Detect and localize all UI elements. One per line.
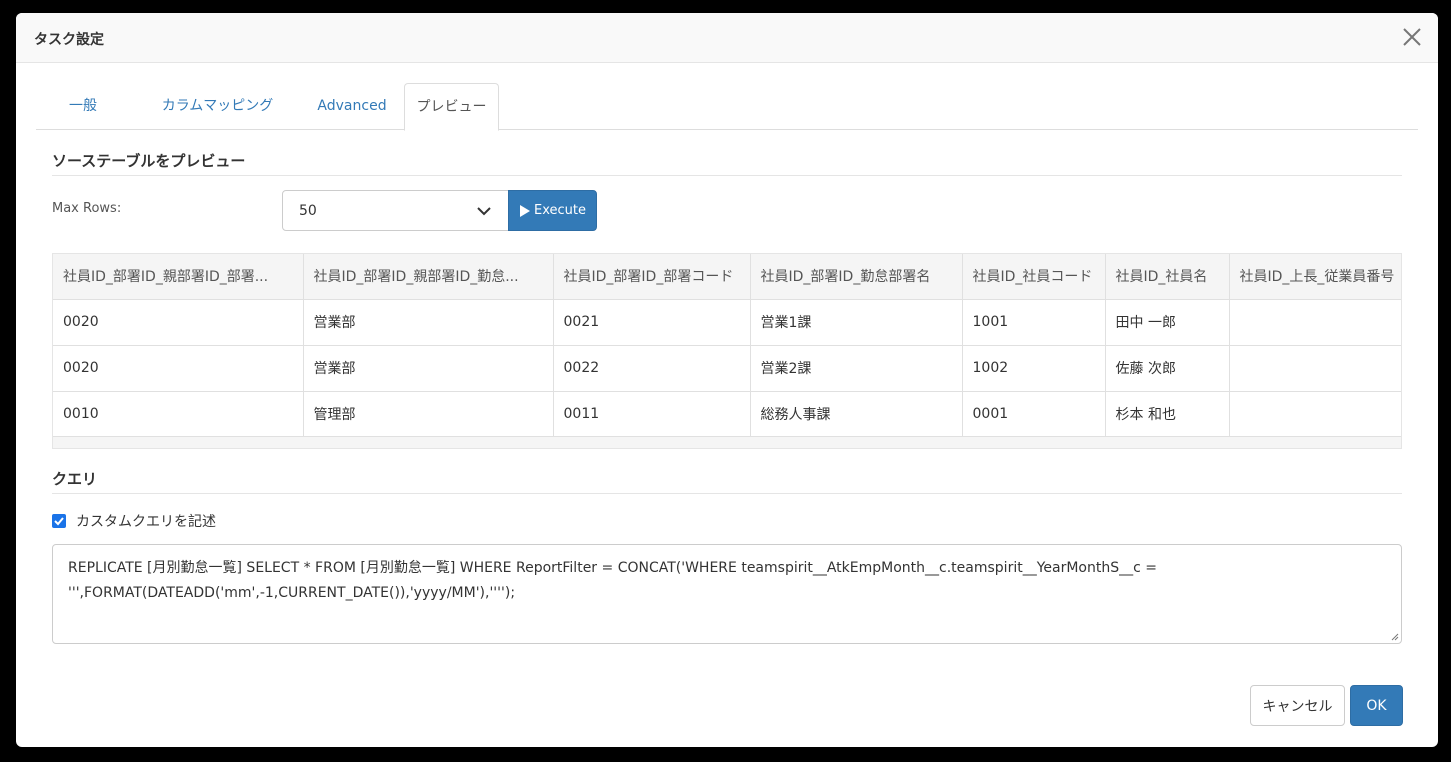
resize-grip-icon[interactable] [1389,631,1399,641]
tab-bar: 一般 カラムマッピング Advanced プレビュー [36,83,1418,131]
preview-grid: 社員ID_部署ID_親部署ID_部署... 社員ID_部署ID_親部署ID_勤怠… [52,253,1402,449]
table-cell: 0020 [53,345,304,392]
chevron-down-icon [477,207,491,216]
table-cell [1229,345,1401,392]
table-cell: 0022 [553,345,751,392]
max-rows-label: Max Rows: [52,201,122,216]
table-cell: 1001 [962,299,1106,346]
grid-horizontal-scrollbar[interactable] [53,436,1401,448]
table-cell: 0021 [553,299,751,346]
column-header[interactable]: 社員ID_部署ID_部署コード [553,254,751,300]
task-settings-dialog: タスク設定 一般 カラムマッピング Advanced プレビュー ソーステーブル… [16,13,1438,747]
section-divider [52,175,1402,176]
tab-advanced[interactable]: Advanced [304,83,400,130]
preview-table: 社員ID_部署ID_親部署ID_部署... 社員ID_部署ID_親部署ID_勤怠… [53,254,1401,438]
cancel-button[interactable]: キャンセル [1250,685,1345,726]
table-cell: 営業部 [303,345,554,392]
table-row[interactable]: 0010 管理部 0011 総務人事課 0001 杉本 和也 [53,391,1401,438]
tab-general[interactable]: 一般 [51,83,115,130]
execute-button[interactable]: Execute [508,190,597,231]
table-cell: 杉本 和也 [1105,391,1230,438]
preview-section-title: ソーステーブルをプレビュー [52,152,246,170]
table-cell: 佐藤 次郎 [1105,345,1230,392]
table-cell: 1002 [962,345,1106,392]
max-rows-select[interactable]: 50 [282,190,509,231]
section-divider [52,493,1402,494]
table-cell: 営業2課 [750,345,963,392]
table-header-row: 社員ID_部署ID_親部署ID_部署... 社員ID_部署ID_親部署ID_勤怠… [53,254,1401,300]
ok-button[interactable]: OK [1350,685,1403,726]
custom-query-checkbox[interactable] [52,514,66,528]
table-cell: 営業1課 [750,299,963,346]
tab-preview[interactable]: プレビュー [404,83,499,131]
custom-query-row: カスタムクエリを記述 [52,511,216,531]
play-icon [520,204,530,217]
table-cell [1229,391,1401,438]
dialog-header: タスク設定 [16,13,1438,63]
close-icon [1403,28,1421,46]
column-header[interactable]: 社員ID_上長_従業員番号 [1229,254,1401,300]
checkmark-icon [54,517,64,526]
table-cell: 0020 [53,299,304,346]
custom-query-label: カスタムクエリを記述 [76,514,216,530]
table-cell: 営業部 [303,299,554,346]
query-text: REPLICATE [月別勤怠一覧] SELECT * FROM [月別勤怠一覧… [68,560,1157,601]
column-header[interactable]: 社員ID_部署ID_勤怠部署名 [750,254,963,300]
table-cell: 田中 一郎 [1105,299,1230,346]
table-cell: 0010 [53,391,304,438]
query-section-title: クエリ [52,470,98,488]
column-header[interactable]: 社員ID_社員名 [1105,254,1230,300]
max-rows-value: 50 [299,203,317,219]
table-cell [1229,299,1401,346]
table-cell: 総務人事課 [750,391,963,438]
query-textarea[interactable]: REPLICATE [月別勤怠一覧] SELECT * FROM [月別勤怠一覧… [52,544,1402,644]
column-header[interactable]: 社員ID_社員コード [962,254,1106,300]
tab-column-mapping[interactable]: カラムマッピング [151,83,284,130]
column-header[interactable]: 社員ID_部署ID_親部署ID_部署... [53,254,304,300]
close-button[interactable] [1400,25,1424,49]
table-row[interactable]: 0020 営業部 0021 営業1課 1001 田中 一郎 [53,299,1401,346]
dialog-title: タスク設定 [34,32,104,48]
execute-label: Execute [534,203,586,218]
table-cell: 管理部 [303,391,554,438]
table-cell: 0011 [553,391,751,438]
column-header[interactable]: 社員ID_部署ID_親部署ID_勤怠... [303,254,554,300]
table-cell: 0001 [962,391,1106,438]
table-row[interactable]: 0020 営業部 0022 営業2課 1002 佐藤 次郎 [53,345,1401,392]
